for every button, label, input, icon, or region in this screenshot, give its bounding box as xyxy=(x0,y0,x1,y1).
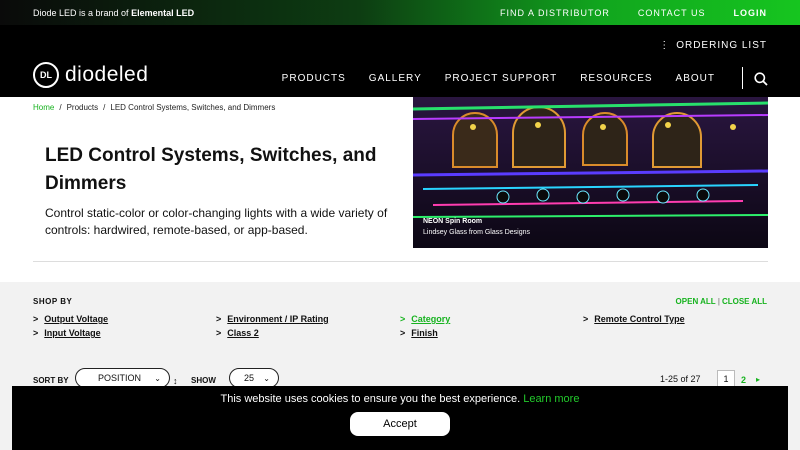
breadcrumb: Home / Products / LED Control Systems, Switc… xyxy=(33,103,276,112)
filter-label: Finish xyxy=(411,328,438,338)
search-icon[interactable] xyxy=(754,72,768,86)
photo-caption: NEON Spin Room Lindsey Glass from Glass … xyxy=(423,216,530,238)
filter-environment-ip-rating[interactable]: > Environment / IP Rating xyxy=(216,314,329,324)
result-count: 1-25 of 27 xyxy=(660,374,701,384)
accept-cookies-button[interactable]: Accept xyxy=(350,412,450,436)
filter-label: Class 2 xyxy=(227,328,259,338)
chevron-right-icon: > xyxy=(400,328,406,338)
chevron-right-icon: > xyxy=(583,314,589,324)
top-bar: Diode LED is a brand of Elemental LED FI… xyxy=(0,0,800,25)
brand-note-prefix: Diode LED is a brand of xyxy=(33,8,132,18)
shop-by-heading: SHOP BY xyxy=(33,297,73,306)
breadcrumb-current: LED Control Systems, Switches, and Dimme… xyxy=(110,103,276,112)
filter-output-voltage[interactable]: > Output Voltage xyxy=(33,314,108,324)
filter-label: Output Voltage xyxy=(44,314,109,324)
breadcrumb-home[interactable]: Home xyxy=(33,103,54,112)
cookie-text: This website uses cookies to ensure you … xyxy=(220,393,524,405)
caption-title: NEON Spin Room xyxy=(423,218,483,225)
sort-by-label: SORT BY xyxy=(33,376,69,385)
chevron-right-icon: > xyxy=(216,328,222,338)
nav-about[interactable]: ABOUT xyxy=(676,73,715,84)
nav-project-support[interactable]: PROJECT SUPPORT xyxy=(445,73,557,84)
more-vertical-icon: ⋮ xyxy=(659,40,671,51)
nav-gallery[interactable]: GALLERY xyxy=(369,73,422,84)
chevron-down-icon: ⌄ xyxy=(154,373,161,383)
next-page-icon[interactable]: ▸ xyxy=(756,375,760,384)
chevron-right-icon: > xyxy=(216,314,222,324)
filter-label: Environment / IP Rating xyxy=(227,314,329,324)
login-link[interactable]: LOGIN xyxy=(734,8,768,18)
nav-divider xyxy=(742,67,743,89)
cookie-message: This website uses cookies to ensure you … xyxy=(12,393,788,405)
filter-input-voltage[interactable]: > Input Voltage xyxy=(33,328,101,338)
show-select[interactable]: 25 ⌄ xyxy=(229,368,279,388)
find-distributor-link[interactable]: FIND A DISTRIBUTOR xyxy=(500,8,610,18)
close-all-link[interactable]: CLOSE ALL xyxy=(722,297,767,306)
filter-remote-control-type[interactable]: > Remote Control Type xyxy=(583,314,685,324)
show-label: SHOW xyxy=(191,376,216,385)
filter-label: Category xyxy=(411,314,451,324)
nav-products[interactable]: PRODUCTS xyxy=(282,73,346,84)
filter-finish[interactable]: > Finish xyxy=(400,328,438,338)
show-select-value: 25 xyxy=(244,373,255,383)
open-close-all: OPEN ALL | CLOSE ALL xyxy=(675,297,767,306)
divider xyxy=(33,261,768,262)
filter-class-2[interactable]: > Class 2 xyxy=(216,328,259,338)
main-nav: PRODUCTS GALLERY PROJECT SUPPORT RESOURC… xyxy=(259,73,715,84)
filter-category[interactable]: > Category xyxy=(400,314,450,324)
chevron-down-icon: ⌄ xyxy=(263,373,270,383)
brand-note-name[interactable]: Elemental LED xyxy=(131,8,194,18)
nav-resources[interactable]: RESOURCES xyxy=(580,73,652,84)
open-all-link[interactable]: OPEN ALL xyxy=(676,297,716,306)
filter-label: Remote Control Type xyxy=(594,314,685,324)
filter-label: Input Voltage xyxy=(44,328,101,338)
sort-select-value: POSITION xyxy=(98,373,142,383)
sort-select[interactable]: POSITION ⌄ xyxy=(75,368,170,388)
top-links: FIND A DISTRIBUTOR CONTACT US LOGIN xyxy=(472,8,767,18)
hero-section: Home / Products / LED Control Systems, Switc… xyxy=(0,97,800,282)
ordering-list-label: ORDERING LIST xyxy=(676,40,767,51)
cookie-banner: This website uses cookies to ensure you … xyxy=(12,386,788,450)
caption-credit: Lindsey Glass from Glass Designs xyxy=(423,229,530,236)
page-1-label: 1 xyxy=(723,374,729,384)
logo-mark: DL xyxy=(33,62,59,88)
ordering-list-link[interactable]: ⋮ ORDERING LIST xyxy=(659,40,767,51)
chevron-right-icon: > xyxy=(33,314,39,324)
sort-direction-icon[interactable]: ↕ xyxy=(173,376,178,386)
hero-photo: NEON Spin Room Lindsey Glass from Glass … xyxy=(413,97,768,248)
page-2-link[interactable]: 2 xyxy=(741,375,746,385)
contact-us-link[interactable]: CONTACT US xyxy=(638,8,706,18)
site-header: ⋮ ORDERING LIST DL diodeled PRODUCTS GALL… xyxy=(0,25,800,97)
learn-more-link[interactable]: Learn more xyxy=(523,393,579,405)
page-description: Control static-color or color-changing l… xyxy=(45,206,388,237)
brand-note: Diode LED is a brand of Elemental LED xyxy=(33,8,194,18)
page-title: LED Control Systems, Switches, and Dimme… xyxy=(45,145,377,194)
chevron-right-icon: > xyxy=(400,314,406,324)
breadcrumb-products[interactable]: Products xyxy=(67,103,99,112)
logo-wordmark: diodeled xyxy=(65,63,149,86)
logo[interactable]: DL diodeled xyxy=(33,62,148,88)
chevron-right-icon: > xyxy=(33,328,39,338)
